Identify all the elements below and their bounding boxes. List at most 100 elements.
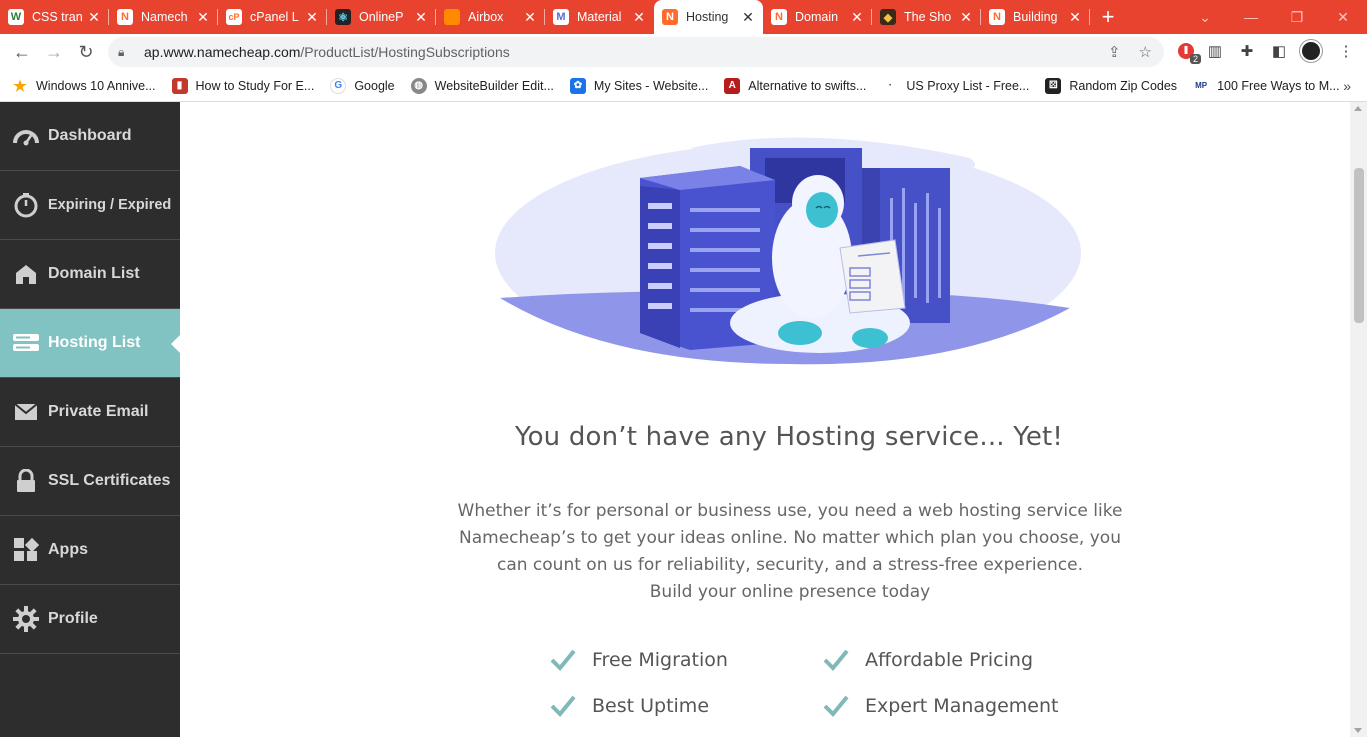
bookmark[interactable]: MP 100 Free Ways to M...: [1193, 77, 1340, 94]
gear-icon: [12, 605, 40, 633]
envelope-icon: [12, 398, 40, 426]
back-icon[interactable]: ←: [6, 36, 38, 68]
side-panel-icon[interactable]: ◧: [1268, 40, 1290, 62]
sidebar-item-ssl-certificates[interactable]: SSL Certificates: [0, 447, 180, 516]
sidebar-item-hosting-list[interactable]: Hosting List: [0, 309, 180, 378]
lock-icon[interactable]: 🔒︎: [118, 45, 132, 60]
minimize-icon[interactable]: —: [1228, 0, 1274, 34]
bookmark[interactable]: ★ Windows 10 Annive...: [12, 78, 156, 95]
close-icon[interactable]: ✕: [87, 9, 101, 26]
url-path: /ProductList/HostingSubscriptions: [300, 44, 510, 60]
restore-icon[interactable]: ❐: [1274, 0, 1320, 34]
feature-label: Free Migration: [592, 649, 728, 671]
close-icon[interactable]: ✕: [523, 9, 537, 26]
shop-icon: ◆: [880, 9, 896, 25]
dice-icon: ⚄: [1045, 77, 1062, 94]
close-icon[interactable]: ✕: [850, 9, 864, 26]
close-icon[interactable]: ✕: [305, 9, 319, 26]
share-icon[interactable]: ⇪: [1108, 43, 1121, 61]
tab[interactable]: Airbox ✕: [436, 0, 545, 34]
tab-title: Hosting: [686, 10, 729, 24]
tab-search-icon[interactable]: ⌄: [1182, 0, 1228, 34]
bookmark-label: US Proxy List - Free...: [906, 78, 1030, 93]
alt-icon: A: [724, 77, 741, 94]
feature-item: Expert Management: [823, 693, 1070, 719]
close-icon[interactable]: ✕: [632, 9, 646, 26]
scrollbar-thumb[interactable]: [1354, 168, 1364, 323]
bookmark[interactable]: A Alternative to swifts...: [724, 77, 867, 94]
tab-title: The Sho: [904, 10, 952, 24]
sidebar-item-label: Expiring / Expired: [48, 197, 172, 213]
sidebar-item-profile[interactable]: Profile: [0, 585, 180, 654]
tab-title: Airbox: [468, 10, 504, 24]
bookmark[interactable]: ▮ How to Study For E...: [171, 77, 314, 94]
bookmark-label: Random Zip Codes: [1069, 78, 1178, 93]
namecheap-icon: N: [989, 9, 1005, 25]
bookmark-label: 100 Free Ways to M...: [1217, 78, 1340, 93]
tab[interactable]: N Domain ✕: [763, 0, 872, 34]
bookmark-star-icon[interactable]: ☆: [1139, 43, 1152, 61]
material-icon: M: [553, 9, 569, 25]
tab[interactable]: N Building ✕: [981, 0, 1090, 34]
browser-toolbar: ← → ↻ 🔒︎ ap.www.namecheap.com/ProductLis…: [0, 34, 1367, 70]
close-icon[interactable]: ✕: [959, 9, 973, 26]
url-host: ap.www.namecheap.com: [144, 44, 301, 60]
close-icon[interactable]: ✕: [414, 9, 428, 26]
cpanel-icon: cP: [226, 9, 242, 25]
bookmark[interactable]: G Google: [330, 77, 395, 94]
mp-icon: MP: [1193, 77, 1210, 94]
reload-icon[interactable]: ↻: [70, 36, 102, 68]
menu-kebab-icon[interactable]: ⋮: [1335, 40, 1357, 62]
server-icon: [12, 329, 40, 357]
extension-icon[interactable]: 2: [1175, 40, 1201, 64]
bookmark[interactable]: · US Proxy List - Free...: [882, 77, 1030, 94]
gear-icon: ✿: [569, 77, 586, 94]
extensions-puzzle-icon[interactable]: ✚: [1236, 40, 1258, 62]
tab-title: CSS tran: [32, 10, 83, 24]
globe-icon: ◍: [410, 77, 427, 94]
book-icon: ▮: [171, 77, 188, 94]
new-tab-button[interactable]: +: [1090, 0, 1126, 34]
close-icon[interactable]: ✕: [1068, 9, 1082, 26]
bookmark-label: Windows 10 Annive...: [36, 78, 156, 93]
namecheap-icon: N: [662, 9, 678, 25]
extension-badge: 2: [1189, 54, 1201, 64]
bookmark-label: Alternative to swifts...: [748, 78, 867, 93]
bookmark[interactable]: ⚄ Random Zip Codes: [1045, 77, 1178, 94]
bookmark-label: My Sites - Website...: [593, 78, 709, 93]
tab[interactable]: W CSS tran ✕: [0, 0, 109, 34]
airbox-icon: [444, 9, 460, 25]
more-bookmarks-icon[interactable]: »: [1343, 78, 1351, 94]
bookmark[interactable]: ✿ My Sites - Website...: [569, 77, 709, 94]
scrollbar[interactable]: [1350, 102, 1367, 737]
sidebar-item-private-email[interactable]: Private Email: [0, 378, 180, 447]
reading-list-icon[interactable]: ▥: [1204, 40, 1226, 62]
forward-icon[interactable]: →: [38, 36, 70, 68]
main-content: You don’t have any Hosting service... Ye…: [180, 102, 1350, 737]
bookmark[interactable]: ◍ WebsiteBuilder Edit...: [410, 77, 554, 94]
scroll-down-icon[interactable]: [1354, 728, 1362, 733]
sidebar-item-domain-list[interactable]: Domain List: [0, 240, 180, 309]
tab-active[interactable]: N Hosting ✕: [654, 0, 763, 34]
bookmark-label: WebsiteBuilder Edit...: [434, 78, 554, 93]
tab[interactable]: N Namech ✕: [109, 0, 218, 34]
tab[interactable]: M Material ✕: [545, 0, 654, 34]
feature-item: Free Migration: [550, 647, 823, 673]
tab[interactable]: cP cPanel L ✕: [218, 0, 327, 34]
avatar[interactable]: [1300, 40, 1322, 62]
scroll-up-icon[interactable]: [1354, 106, 1362, 111]
close-icon[interactable]: ✕: [741, 9, 755, 26]
close-icon[interactable]: ✕: [196, 9, 210, 26]
sidebar-item-expiring[interactable]: Expiring / Expired: [0, 171, 180, 240]
page-title: You don’t have any Hosting service... Ye…: [514, 422, 1064, 452]
bookmark-label: Google: [354, 78, 395, 93]
tab[interactable]: ⚛ OnlineP ✕: [327, 0, 436, 34]
feature-label: Expert Management: [865, 695, 1059, 717]
close-window-icon[interactable]: ✕: [1320, 0, 1366, 34]
address-bar[interactable]: 🔒︎ ap.www.namecheap.com/ProductList/Host…: [108, 37, 1164, 67]
home-icon: [12, 260, 40, 288]
sidebar-item-dashboard[interactable]: Dashboard: [0, 102, 180, 171]
description-line: Namecheap’s to get your ideas online. No…: [459, 528, 1121, 548]
sidebar-item-apps[interactable]: Apps: [0, 516, 180, 585]
tab[interactable]: ◆ The Sho ✕: [872, 0, 981, 34]
